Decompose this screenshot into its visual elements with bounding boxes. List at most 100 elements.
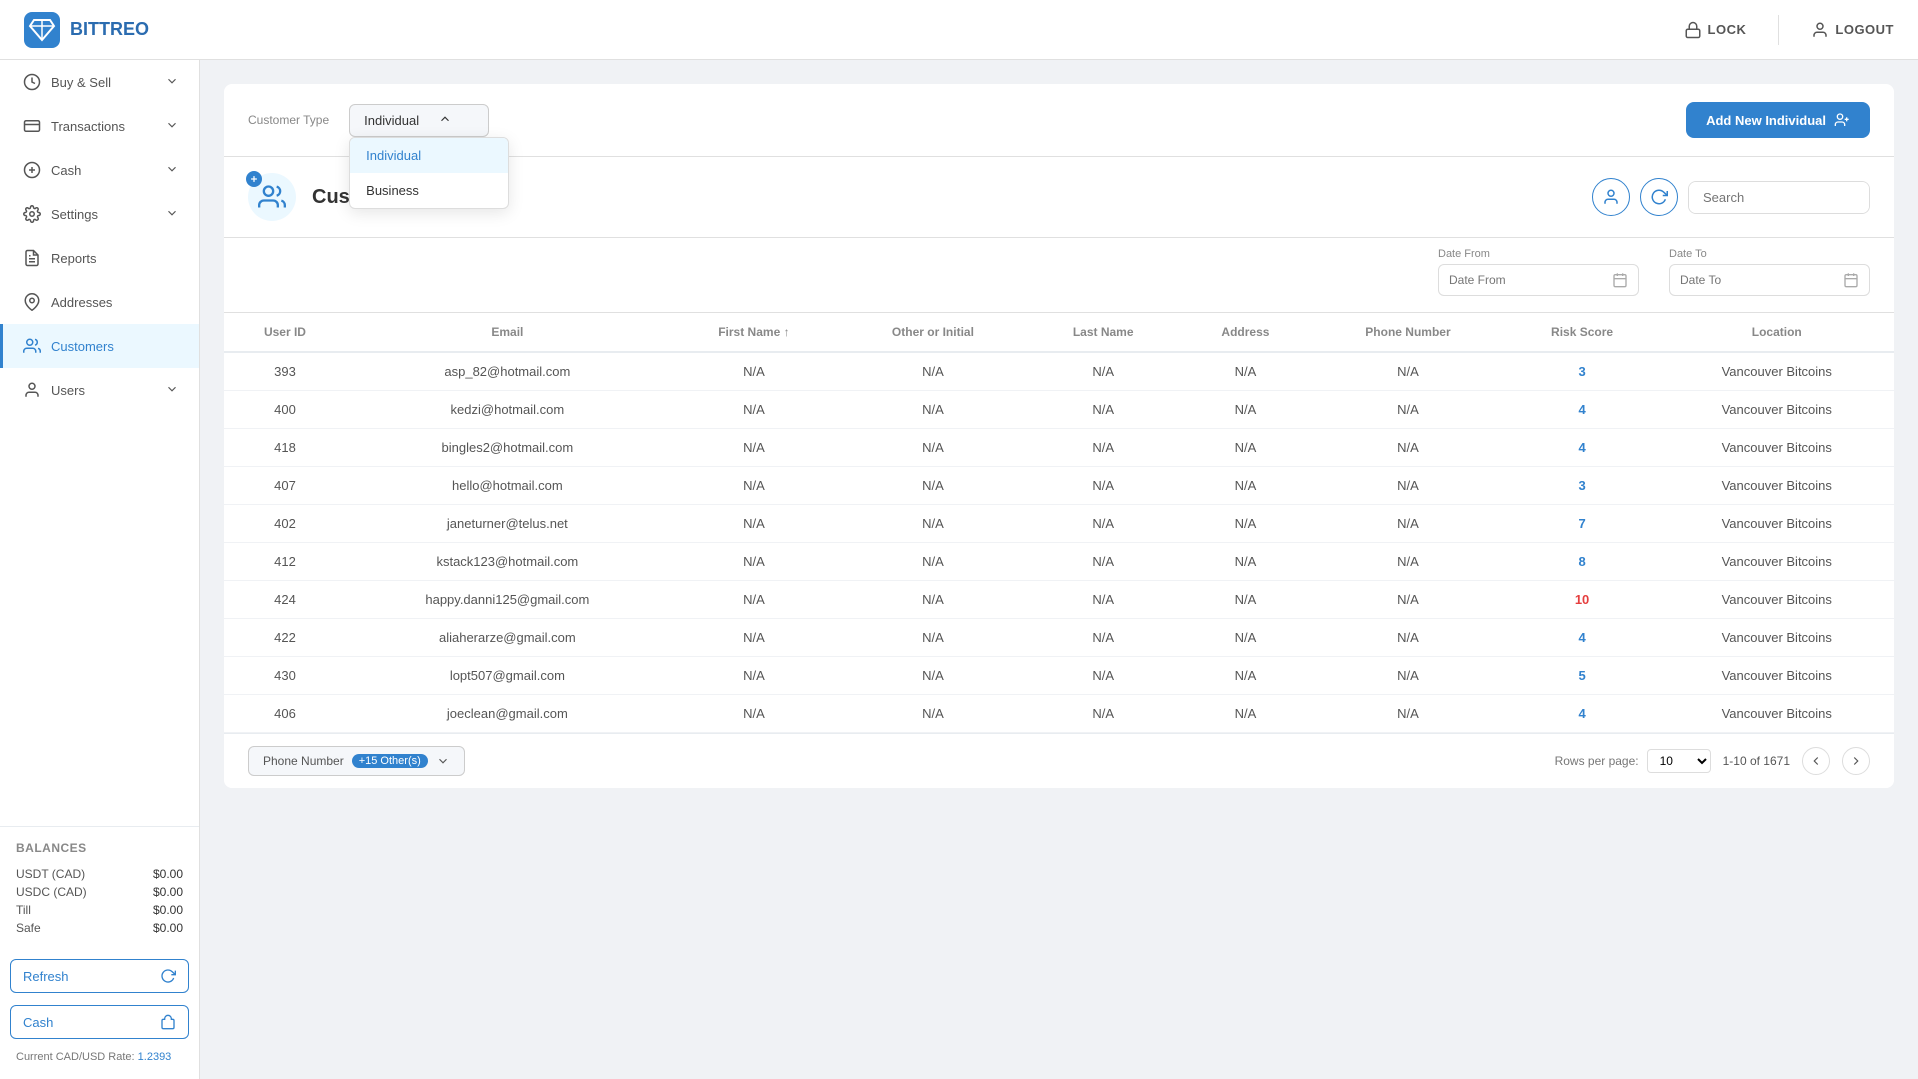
- dropdown-option-individual[interactable]: Individual: [350, 138, 508, 173]
- logo-icon: [24, 12, 60, 48]
- cell-email: happy.danni125@gmail.com: [346, 581, 669, 619]
- table-row[interactable]: 406 joeclean@gmail.com N/A N/A N/A N/A N…: [224, 695, 1894, 733]
- table-row[interactable]: 412 kstack123@hotmail.com N/A N/A N/A N/…: [224, 543, 1894, 581]
- cell-other-initial: N/A: [839, 619, 1027, 657]
- chevron-down-icon: [165, 118, 179, 135]
- col-user-id: User ID: [224, 313, 346, 352]
- sidebar-item-buy-sell[interactable]: Buy & Sell: [0, 60, 199, 104]
- columns-btn-label: Phone Number: [263, 754, 344, 768]
- add-new-individual-button[interactable]: Add New Individual: [1686, 102, 1870, 138]
- customer-type-button[interactable]: Individual: [349, 104, 489, 137]
- cell-first-name: N/A: [669, 619, 839, 657]
- date-to-input[interactable]: [1680, 273, 1835, 287]
- customers-group-icon: [258, 183, 286, 211]
- app-name: BITTREO: [70, 19, 149, 40]
- sidebar-item-cash[interactable]: Cash: [0, 148, 199, 192]
- cell-user-id: 424: [224, 581, 346, 619]
- cell-address: N/A: [1180, 429, 1312, 467]
- cell-last-name: N/A: [1027, 352, 1180, 391]
- balance-amount-till: $0.00: [153, 903, 183, 917]
- date-to-input-wrap: [1669, 264, 1870, 296]
- date-filter-row: Date From Date To: [224, 238, 1894, 313]
- cell-risk-score: 7: [1505, 505, 1660, 543]
- chevron-down-columns-icon: [436, 754, 450, 768]
- table-footer: Phone Number +15 Other(s) Rows per page:…: [224, 733, 1894, 788]
- balance-usdt: USDT (CAD) $0.00: [16, 865, 183, 883]
- chevron-up-icon: [438, 112, 452, 129]
- lock-button[interactable]: LOCK: [1684, 21, 1747, 39]
- cell-risk-score: 4: [1505, 391, 1660, 429]
- table-row[interactable]: 402 janeturner@telus.net N/A N/A N/A N/A…: [224, 505, 1894, 543]
- col-first-name[interactable]: First Name ↑: [669, 313, 839, 352]
- balance-till: Till $0.00: [16, 901, 183, 919]
- table-row[interactable]: 407 hello@hotmail.com N/A N/A N/A N/A N/…: [224, 467, 1894, 505]
- table-row[interactable]: 418 bingles2@hotmail.com N/A N/A N/A N/A…: [224, 429, 1894, 467]
- date-from-input[interactable]: [1449, 273, 1604, 287]
- cell-address: N/A: [1180, 505, 1312, 543]
- refresh-label: Refresh: [23, 969, 69, 984]
- cell-phone: N/A: [1311, 429, 1504, 467]
- cell-first-name: N/A: [669, 581, 839, 619]
- cell-address: N/A: [1180, 467, 1312, 505]
- sidebar: Buy & Sell Transactions Cash Settings: [0, 60, 200, 1079]
- balance-usdc: USDC (CAD) $0.00: [16, 883, 183, 901]
- refresh-button[interactable]: Refresh: [10, 959, 189, 993]
- cad-rate-value[interactable]: 1.2393: [138, 1051, 172, 1063]
- user-icon: [1811, 21, 1829, 39]
- sidebar-item-customers[interactable]: Customers: [0, 324, 199, 368]
- rows-per-page-select[interactable]: 10 25 50: [1647, 749, 1711, 773]
- cell-user-id: 402: [224, 505, 346, 543]
- cash-button[interactable]: Cash: [10, 1005, 189, 1039]
- table-row[interactable]: 393 asp_82@hotmail.com N/A N/A N/A N/A N…: [224, 352, 1894, 391]
- chevron-down-icon: [165, 162, 179, 179]
- page-info: 1-10 of 1671: [1723, 754, 1790, 768]
- cell-location: Vancouver Bitcoins: [1660, 543, 1894, 581]
- filter-icon-button[interactable]: [1592, 178, 1630, 216]
- chevron-down-icon: [165, 382, 179, 399]
- table-row[interactable]: 422 aliaherarze@gmail.com N/A N/A N/A N/…: [224, 619, 1894, 657]
- columns-button[interactable]: Phone Number +15 Other(s): [248, 746, 465, 776]
- customers-icon: [23, 337, 41, 355]
- chevron-down-icon: [165, 74, 179, 91]
- cash-label: Cash: [23, 1015, 53, 1030]
- sidebar-item-transactions[interactable]: Transactions: [0, 104, 199, 148]
- balance-amount-safe: $0.00: [153, 921, 183, 935]
- table-header: User ID Email First Name ↑ Other or Init…: [224, 313, 1894, 352]
- cell-user-id: 400: [224, 391, 346, 429]
- sidebar-item-users[interactable]: Users: [0, 368, 199, 412]
- col-last-name: Last Name: [1027, 313, 1180, 352]
- cell-first-name: N/A: [669, 467, 839, 505]
- cell-location: Vancouver Bitcoins: [1660, 352, 1894, 391]
- sidebar-item-reports[interactable]: Reports: [0, 236, 199, 280]
- balance-label-usdt: USDT (CAD): [16, 867, 85, 881]
- cell-risk-score: 10: [1505, 581, 1660, 619]
- cell-risk-score: 8: [1505, 543, 1660, 581]
- date-from-input-wrap: [1438, 264, 1639, 296]
- cell-phone: N/A: [1311, 467, 1504, 505]
- cell-first-name: N/A: [669, 352, 839, 391]
- balance-label-safe: Safe: [16, 921, 41, 935]
- search-input[interactable]: [1689, 182, 1869, 213]
- cell-other-initial: N/A: [839, 657, 1027, 695]
- refresh-icon-button[interactable]: [1640, 178, 1678, 216]
- sidebar-label-cash: Cash: [51, 163, 81, 178]
- cell-other-initial: N/A: [839, 429, 1027, 467]
- reports-icon: [23, 249, 41, 267]
- sidebar-item-settings[interactable]: Settings: [0, 192, 199, 236]
- next-page-button[interactable]: [1842, 747, 1870, 775]
- logout-button[interactable]: LOGOUT: [1811, 21, 1894, 39]
- settings-icon: [23, 205, 41, 223]
- table-row[interactable]: 400 kedzi@hotmail.com N/A N/A N/A N/A N/…: [224, 391, 1894, 429]
- calendar-icon: [1612, 272, 1628, 288]
- cell-email: bingles2@hotmail.com: [346, 429, 669, 467]
- cell-location: Vancouver Bitcoins: [1660, 619, 1894, 657]
- prev-page-button[interactable]: [1802, 747, 1830, 775]
- dropdown-option-business[interactable]: Business: [350, 173, 508, 208]
- sidebar-item-addresses[interactable]: Addresses: [0, 280, 199, 324]
- table-row[interactable]: 424 happy.danni125@gmail.com N/A N/A N/A…: [224, 581, 1894, 619]
- cell-email: asp_82@hotmail.com: [346, 352, 669, 391]
- table-row[interactable]: 430 lopt507@gmail.com N/A N/A N/A N/A N/…: [224, 657, 1894, 695]
- cell-risk-score: 4: [1505, 695, 1660, 733]
- cell-address: N/A: [1180, 391, 1312, 429]
- col-address: Address: [1180, 313, 1312, 352]
